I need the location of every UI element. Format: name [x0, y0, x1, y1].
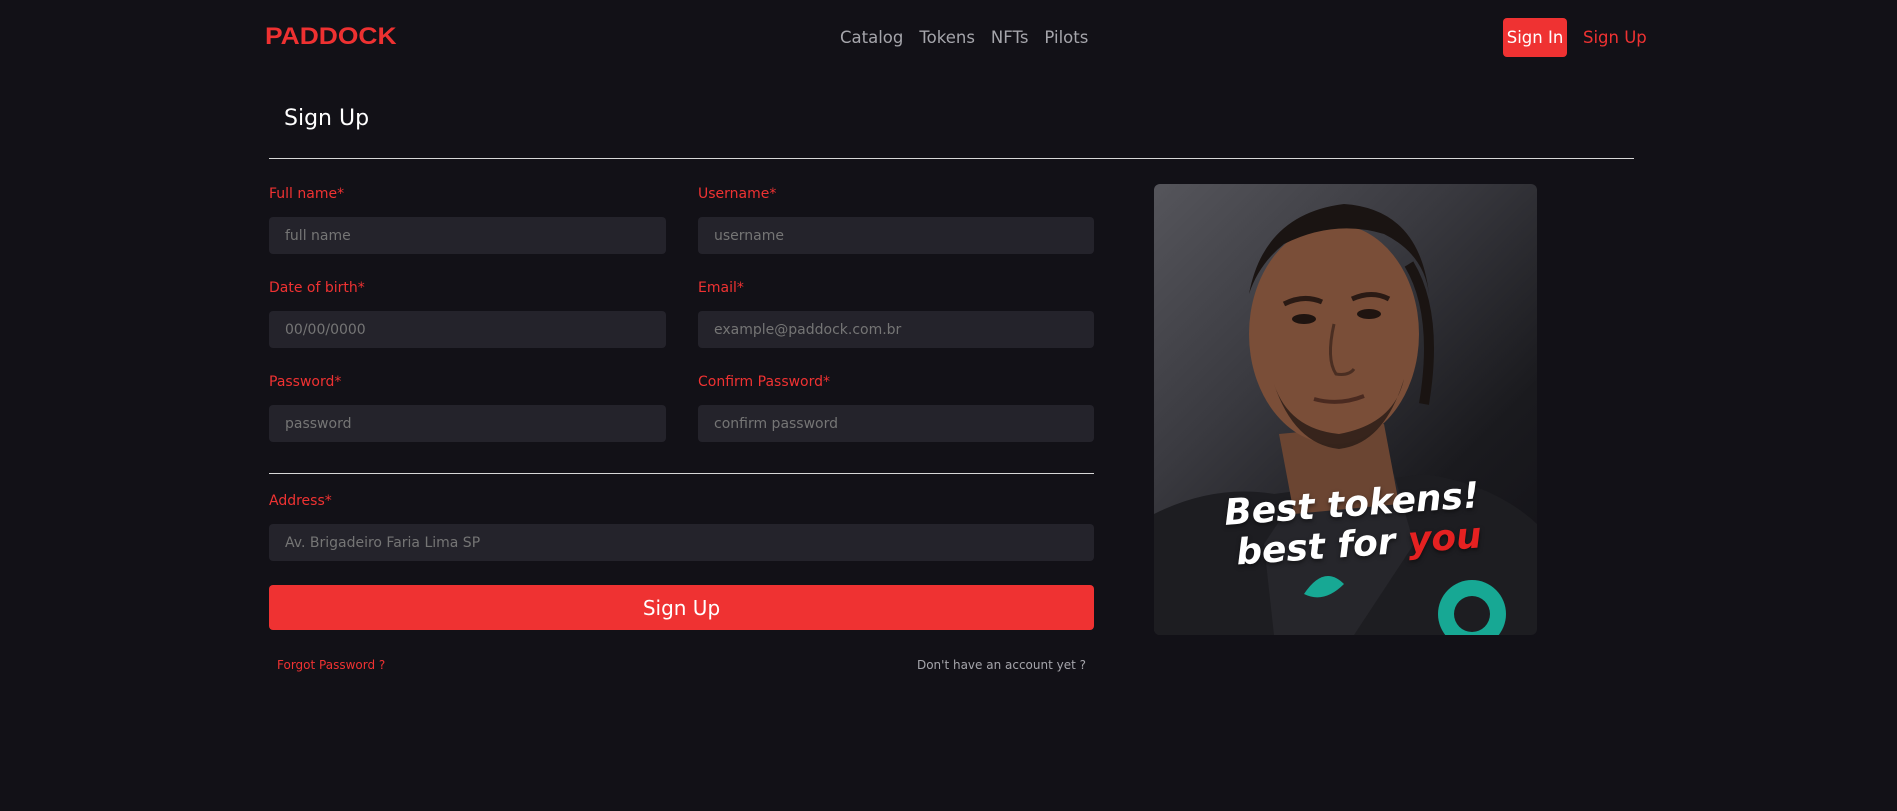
confirm-password-input[interactable] — [698, 405, 1094, 442]
form-divider — [269, 473, 1094, 474]
title-divider — [269, 158, 1634, 159]
page-title: Sign Up — [284, 106, 370, 131]
nav-item-pilots[interactable]: Pilots — [1044, 28, 1088, 47]
password-input[interactable] — [269, 405, 666, 442]
forgot-password-link[interactable]: Forgot Password ? — [277, 658, 385, 672]
sign-up-link[interactable]: Sign Up — [1583, 28, 1647, 47]
password-label: Password* — [269, 374, 342, 390]
main-nav: Catalog Tokens NFTs Pilots — [840, 28, 1088, 47]
hero-headline-accent: you — [1406, 515, 1484, 562]
nav-item-catalog[interactable]: Catalog — [840, 28, 903, 47]
username-input[interactable] — [698, 217, 1094, 254]
hero-driver-image: Best tokens! best for you — [1154, 184, 1537, 635]
full-name-label: Full name* — [269, 186, 345, 202]
driver-portrait-illustration — [1154, 204, 1537, 635]
full-name-input[interactable] — [269, 217, 666, 254]
username-label: Username* — [698, 186, 777, 202]
sign-up-submit-button[interactable]: Sign Up — [269, 585, 1094, 630]
address-input[interactable] — [269, 524, 1094, 561]
email-input[interactable] — [698, 311, 1094, 348]
email-label: Email* — [698, 280, 744, 296]
nav-item-tokens[interactable]: Tokens — [919, 28, 975, 47]
nav-item-nfts[interactable]: NFTs — [991, 28, 1029, 47]
confirm-password-label: Confirm Password* — [698, 374, 831, 390]
dob-label: Date of birth* — [269, 280, 365, 296]
sign-in-button[interactable]: Sign In — [1503, 18, 1567, 57]
address-label: Address* — [269, 493, 332, 509]
paddock-logo[interactable]: PADDOCK — [265, 23, 397, 51]
dob-input[interactable] — [269, 311, 666, 348]
no-account-link[interactable]: Don't have an account yet ? — [917, 658, 1086, 672]
